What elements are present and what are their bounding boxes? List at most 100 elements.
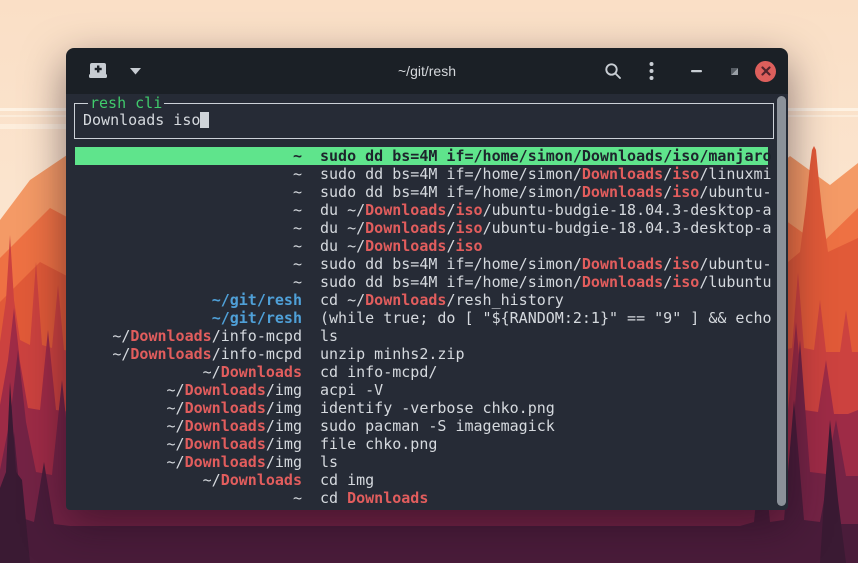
plain-text: cd img [320,471,374,489]
terminal-window: ~/git/resh [66,48,788,510]
history-row[interactable]: ~cd Downloads [75,489,768,507]
row-directory: ~/Downloads/img [75,399,302,417]
history-row[interactable]: ~/Downloads/imgfile chko.png [75,435,768,453]
search-query-input[interactable]: Downloads iso [83,111,773,129]
restore-icon [729,66,740,77]
history-row[interactable]: ~/git/reshcd ~/Downloads/resh_history [75,291,768,309]
plain-text: cd ~/ [320,291,365,309]
history-row[interactable]: ~du ~/Downloads/iso/ubuntu-budgie-18.04.… [75,201,768,219]
history-row-selected[interactable]: ~sudo dd bs=4M if=/home/simon/Downloads/… [75,147,768,165]
directory-path-text: ~/git/resh [212,291,302,309]
history-row[interactable]: ~sudo dd bs=4M if=/home/simon/Downloads/… [75,255,768,273]
plain-text: / [663,165,672,183]
match-text: Downloads [347,489,428,507]
plain-text: ~ [293,273,302,291]
plain-text: ~ [293,219,302,237]
plain-text: ~/ [203,471,221,489]
row-directory: ~ [75,237,302,255]
restore-button[interactable] [719,56,749,86]
directory-path-text: ~/git/resh [212,309,302,327]
history-row[interactable]: ~sudo dd bs=4M if=/home/simon/Downloads/… [75,273,768,291]
match-text: Downloads [185,453,266,471]
row-command: acpi -V [302,381,383,399]
history-row[interactable]: ~sudo dd bs=4M if=/home/simon/Downloads/… [75,183,768,201]
plain-text: ~/ [167,417,185,435]
resh-search-frame: resh cli Downloads iso [74,103,774,139]
close-icon [761,66,771,76]
row-command: sudo dd bs=4M if=/home/simon/Downloads/i… [302,255,772,273]
row-directory: ~ [75,255,302,273]
history-list: ~sudo dd bs=4M if=/home/simon/Downloads/… [75,147,768,507]
history-row[interactable]: ~ sudo dd bs=4M if=/home/simon/Downloads/… [75,165,768,183]
plain-text: /ubuntu- [699,255,771,273]
plain-text: ~/ [167,435,185,453]
history-row[interactable]: ~/Downloads/info-mcpdunzip minhs2.zip [75,345,768,363]
plain-text: cd [320,489,347,507]
tab-dropdown-button[interactable] [126,56,144,86]
plain-text: ~ [293,201,302,219]
plain-text: /info-mcpd [212,345,302,363]
match-text: Downloads [185,399,266,417]
history-row[interactable]: ~/Downloads/img identify -verbose chko.pn… [75,399,768,417]
match-text: iso [672,273,699,291]
plain-text: /manjaro [699,147,771,165]
kebab-menu-icon [649,61,654,81]
plain-text: ~ [293,183,302,201]
plain-text: sudo dd bs=4M if=/home/simon/ [320,165,582,183]
plain-text: ~ [293,237,302,255]
plain-text: ~ [293,489,302,507]
match-text: Downloads [365,237,446,255]
match-text: Downloads [130,327,211,345]
frame-label: resh cli [88,94,164,112]
match-text: Downloads [582,147,663,165]
history-row[interactable]: ~/Downloads/imgacpi -V [75,381,768,399]
search-button[interactable] [598,56,628,86]
plain-text: du ~/ [320,201,365,219]
match-text: Downloads [185,381,266,399]
plain-text: file chko.png [320,435,437,453]
row-directory: ~/git/resh [75,309,302,327]
history-row[interactable]: ~/Downloads/imgls [75,453,768,471]
row-directory: ~ [75,219,302,237]
match-text: Downloads [582,255,663,273]
row-directory: ~/Downloads/info-mcpd [75,327,302,345]
plain-text: /img [266,435,302,453]
match-text: Downloads [185,417,266,435]
plain-text: / [663,183,672,201]
new-tab-button[interactable] [85,58,111,84]
match-text: Downloads [130,345,211,363]
titlebar[interactable]: ~/git/resh [66,48,788,94]
match-text: Downloads [365,219,446,237]
row-command: cd Downloads [302,489,428,507]
match-text: Downloads [365,201,446,219]
history-row[interactable]: ~/Downloadscd img [75,471,768,489]
plain-text: / [663,147,672,165]
minimize-button[interactable] [682,56,712,86]
plain-text: / [663,273,672,291]
match-text: Downloads [582,273,663,291]
close-button[interactable] [755,61,776,82]
match-text: iso [672,147,699,165]
history-row[interactable]: ~du ~/Downloads/iso [75,237,768,255]
plain-text: ~/ [203,363,221,381]
menu-button[interactable] [636,56,666,86]
plain-text: ~ [293,165,302,183]
row-command: file chko.png [302,435,437,453]
row-command: sudo dd bs=4M if=/home/simon/Downloads/i… [302,183,772,201]
row-command: ls [302,327,338,345]
plain-text: ls [320,453,338,471]
plain-text: identify -verbose chko.png [320,399,555,417]
history-row[interactable]: ~/Downloads/info-mcpdls [75,327,768,345]
history-row[interactable]: ~/git/resh(while true; do [ "${RANDOM:2:… [75,309,768,327]
plain-text: sudo pacman -S imagemagick [320,417,555,435]
chevron-down-icon [130,68,141,75]
history-row[interactable]: ~/Downloadscd info-mcpd/ [75,363,768,381]
match-text: iso [455,201,482,219]
match-text: Downloads [582,165,663,183]
plain-text: (while true; do [ "${RANDOM:2:1}" == "9"… [320,309,772,327]
scrollbar-thumb[interactable] [777,96,786,506]
plain-text: acpi -V [320,381,383,399]
history-row[interactable]: ~/Downloads/imgsudo pacman -S imagemagic… [75,417,768,435]
history-row[interactable]: ~du ~/Downloads/iso/ubuntu-budgie-18.04.… [75,219,768,237]
row-command: du ~/Downloads/iso/ubuntu-budgie-18.04.3… [302,219,772,237]
